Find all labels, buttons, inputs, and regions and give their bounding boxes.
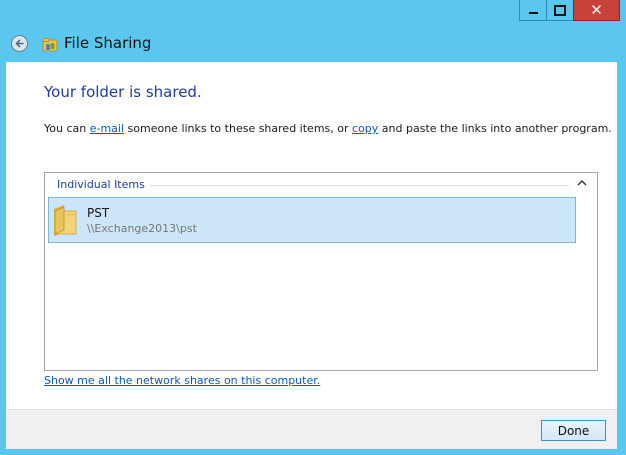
window-title: File Sharing bbox=[64, 34, 152, 52]
back-button[interactable] bbox=[11, 35, 28, 52]
dialog-footer: Done bbox=[6, 409, 617, 449]
description-suffix: and paste the links into another program… bbox=[378, 122, 612, 135]
group-header-individual-items: Individual Items bbox=[57, 178, 150, 191]
window-controls: ✕ bbox=[519, 0, 620, 22]
description-prefix: You can bbox=[44, 122, 90, 135]
back-arrow-icon bbox=[15, 39, 24, 48]
share-description: You can e-mail someone links to these sh… bbox=[44, 122, 612, 135]
shared-items-list[interactable]: Individual Items PST \\Exchange2013\pst bbox=[44, 172, 598, 371]
email-link[interactable]: e-mail bbox=[90, 122, 124, 135]
close-button[interactable]: ✕ bbox=[573, 0, 620, 21]
minimize-icon bbox=[528, 12, 538, 14]
item-name: PST bbox=[87, 206, 110, 220]
close-icon: ✕ bbox=[590, 0, 603, 19]
done-button[interactable]: Done bbox=[541, 420, 606, 441]
group-divider bbox=[145, 185, 569, 186]
description-middle: someone links to these shared items, or bbox=[124, 122, 353, 135]
dialog-body: Your folder is shared. You can e-mail so… bbox=[6, 62, 617, 449]
title-bar: ✕ File Sharing bbox=[0, 0, 626, 62]
maximize-button[interactable] bbox=[546, 0, 573, 21]
maximize-icon bbox=[554, 4, 566, 16]
copy-link[interactable]: copy bbox=[352, 122, 378, 135]
page-heading: Your folder is shared. bbox=[44, 83, 202, 101]
collapse-group-button[interactable] bbox=[576, 176, 588, 188]
file-sharing-app-icon bbox=[42, 38, 58, 52]
list-item[interactable]: PST \\Exchange2013\pst bbox=[48, 197, 576, 243]
file-sharing-window: ✕ File Sharing Your folder is shared. Yo… bbox=[0, 0, 626, 455]
show-network-shares-link[interactable]: Show me all the network shares on this c… bbox=[44, 374, 320, 387]
minimize-button[interactable] bbox=[519, 0, 546, 21]
item-path: \\Exchange2013\pst bbox=[87, 222, 197, 235]
folder-icon bbox=[54, 205, 77, 236]
chevron-up-icon bbox=[577, 179, 587, 185]
